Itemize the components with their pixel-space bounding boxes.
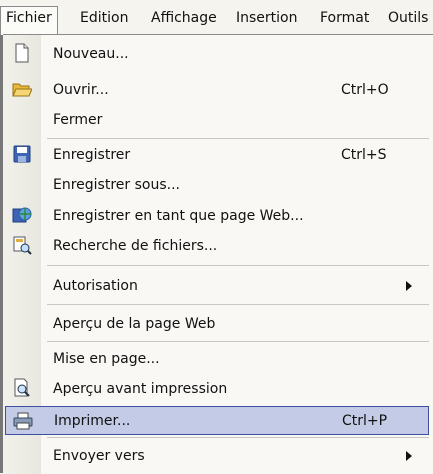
menu-item-enregistrer-sous[interactable]: Enregistrer sous... bbox=[3, 170, 433, 199]
menu-separator bbox=[47, 138, 429, 139]
menu-edition[interactable]: Edition bbox=[76, 7, 132, 29]
menu-item-label: Aperçu avant impression bbox=[53, 381, 228, 397]
menu-item-shortcut: Ctrl+P bbox=[342, 413, 388, 429]
submenu-arrow-icon bbox=[406, 281, 412, 291]
menu-item-label: Enregistrer bbox=[53, 147, 131, 163]
menu-affichage[interactable]: Affichage bbox=[147, 7, 221, 29]
menu-separator bbox=[47, 304, 429, 305]
new-document-icon bbox=[12, 43, 32, 63]
submenu-arrow-icon bbox=[406, 451, 412, 461]
file-search-icon bbox=[12, 235, 32, 255]
menu-item-apercu-avant-impression[interactable]: Aperçu avant impression bbox=[3, 374, 433, 403]
menu-item-enregistrer[interactable]: Enregistrer Ctrl+S bbox=[3, 140, 433, 169]
printer-icon bbox=[13, 411, 33, 431]
open-folder-icon bbox=[12, 79, 33, 99]
menu-insertion[interactable]: Insertion bbox=[232, 7, 301, 29]
menu-item-shortcut: Ctrl+O bbox=[341, 82, 389, 98]
menu-item-shortcut: Ctrl+S bbox=[341, 147, 387, 163]
menu-item-label: Envoyer vers bbox=[53, 448, 145, 464]
menu-item-imprimer[interactable]: Imprimer... Ctrl+P bbox=[5, 406, 429, 435]
menu-outils[interactable]: Outils bbox=[384, 7, 432, 29]
menu-item-label: Enregistrer sous... bbox=[53, 177, 180, 193]
menu-item-autorisation[interactable]: Autorisation bbox=[3, 271, 433, 300]
menu-item-label: Imprimer... bbox=[54, 413, 131, 429]
menu-separator bbox=[47, 341, 429, 342]
print-preview-icon bbox=[12, 378, 32, 398]
menu-separator bbox=[47, 265, 429, 266]
menu-item-label: Recherche de fichiers... bbox=[53, 238, 218, 254]
menu-fichier[interactable]: Fichier bbox=[0, 6, 58, 35]
save-web-icon bbox=[12, 205, 32, 225]
menu-item-recherche-fichiers[interactable]: Recherche de fichiers... bbox=[3, 231, 433, 260]
menu-item-label: Nouveau... bbox=[53, 46, 129, 62]
menu-item-label: Ouvrir... bbox=[53, 82, 109, 98]
menu-format[interactable]: Format bbox=[316, 7, 373, 29]
file-menu-dropdown: Nouveau... Ouvrir... Ctrl+O Fermer Enreg… bbox=[3, 34, 433, 474]
menu-bar: Fichier Edition Affichage Insertion Form… bbox=[0, 0, 433, 35]
menu-item-mise-en-page[interactable]: Mise en page... bbox=[3, 344, 433, 373]
menu-item-apercu-page-web[interactable]: Aperçu de la page Web bbox=[3, 309, 433, 338]
menu-item-label: Autorisation bbox=[53, 278, 138, 294]
menu-item-fermer[interactable]: Fermer bbox=[3, 105, 433, 134]
menu-item-nouveau[interactable]: Nouveau... bbox=[3, 39, 433, 68]
menu-item-label: Aperçu de la page Web bbox=[53, 316, 216, 332]
save-icon bbox=[12, 144, 32, 164]
menu-item-enregistrer-page-web[interactable]: Enregistrer en tant que page Web... bbox=[3, 201, 433, 230]
menu-item-ouvrir[interactable]: Ouvrir... Ctrl+O bbox=[3, 75, 433, 104]
menu-separator bbox=[47, 437, 429, 438]
menu-item-label: Fermer bbox=[53, 112, 103, 128]
menu-item-label: Mise en page... bbox=[53, 351, 160, 367]
menu-item-label: Enregistrer en tant que page Web... bbox=[53, 208, 304, 224]
menu-item-envoyer-vers[interactable]: Envoyer vers bbox=[3, 441, 433, 470]
